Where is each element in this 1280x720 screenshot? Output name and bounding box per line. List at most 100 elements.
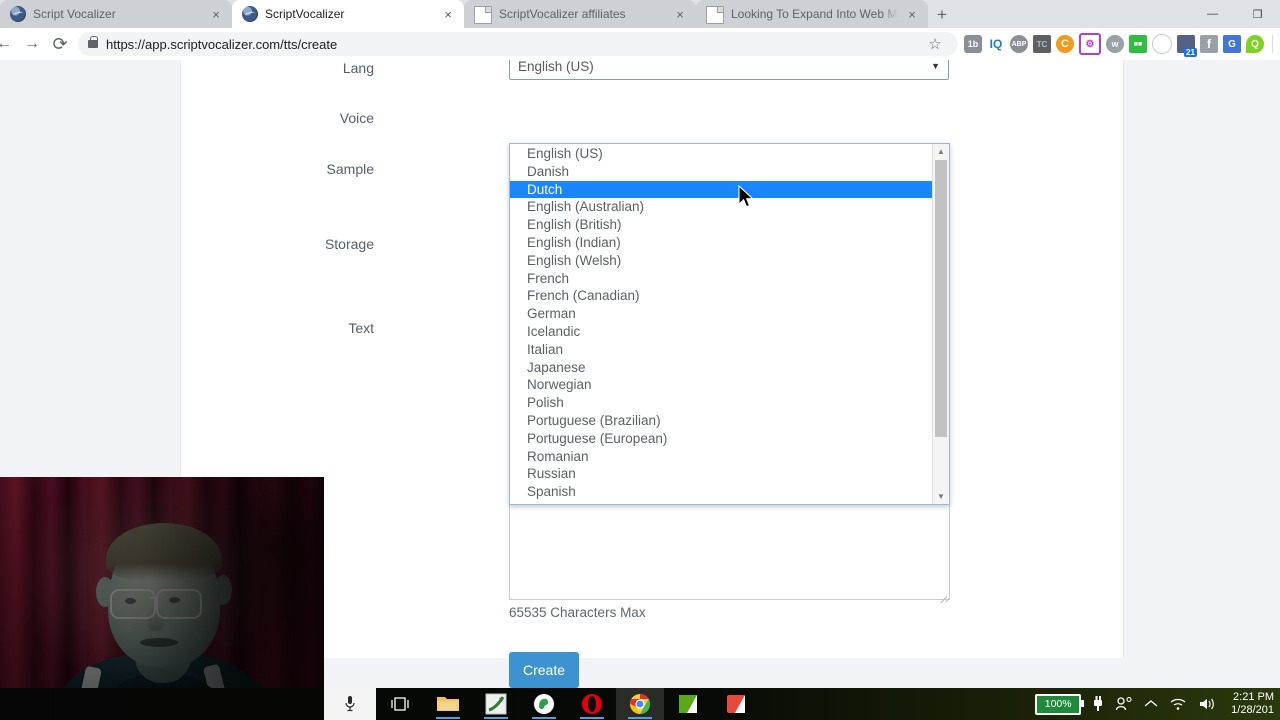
browser-tab-3[interactable]: ScriptVocalizer affiliates × [464, 0, 696, 28]
reload-icon[interactable]: ⟳ [46, 30, 74, 58]
address-bar[interactable]: https://app.scriptvocalizer.com/tts/crea… [78, 32, 958, 56]
characters-max-hint: 65535 Characters Max [509, 605, 646, 620]
create-button[interactable]: Create [509, 652, 579, 688]
lang-option[interactable]: Portuguese (European) [510, 430, 932, 448]
lang-option[interactable]: English (US) [510, 145, 932, 163]
people-icon[interactable] [1115, 696, 1133, 712]
tab-close-button[interactable]: × [440, 6, 456, 22]
lang-option[interactable]: Norwegian [510, 376, 932, 394]
mouse-cursor [738, 185, 754, 208]
document-favicon [474, 5, 492, 24]
browser-tab-strip: Script Vocalizer × ScriptVocalizer × Scr… [0, 0, 1280, 28]
lang-option[interactable]: English (Australian) [510, 198, 932, 216]
microphone-icon[interactable] [324, 688, 376, 720]
adblock-plus-extension-icon[interactable]: ABP [1010, 35, 1028, 53]
scroll-down-arrow-icon[interactable]: ▼ [933, 489, 949, 504]
task-view-icon[interactable] [376, 688, 424, 720]
form-row-lang: Lang [245, 60, 390, 78]
address-bar-url: https://app.scriptvocalizer.com/tts/crea… [106, 36, 338, 52]
form-row-sample: Sample [245, 159, 390, 179]
maximize-window-button[interactable]: ❐ [1235, 0, 1280, 28]
extensions-area: 1b IQ ABP TC C ⚙ w ■■ 21 f G Q [964, 33, 1280, 57]
lang-option[interactable]: French [510, 270, 932, 288]
circle-extension-icon[interactable] [1152, 34, 1172, 54]
resize-grip-icon[interactable] [937, 588, 947, 598]
new-tab-button[interactable]: + [928, 0, 956, 28]
document-favicon [706, 5, 724, 24]
clock-time: 2:21 PM [1233, 691, 1274, 703]
battery-indicator[interactable]: 100% [1035, 693, 1085, 715]
tc-extension-icon[interactable]: TC [1033, 35, 1051, 53]
paintnet-glyph [534, 694, 554, 714]
iq-extension-icon[interactable]: IQ [987, 35, 1005, 53]
scroll-up-arrow-icon[interactable]: ▲ [933, 144, 949, 159]
w-extension-icon[interactable]: w [1106, 35, 1124, 53]
volume-icon[interactable] [1198, 697, 1216, 711]
facebook-extension-icon[interactable]: f [1200, 35, 1218, 53]
webcam-overlay [0, 477, 324, 720]
opera-taskbar-icon[interactable] [568, 688, 616, 720]
camtasia-red-taskbar-icon[interactable] [712, 688, 760, 720]
power-plug-icon[interactable] [1092, 696, 1104, 712]
honey-extension-icon[interactable]: C [1056, 35, 1074, 53]
browser-tab-1[interactable]: Script Vocalizer × [0, 0, 232, 28]
tab-close-button[interactable]: × [208, 6, 224, 22]
camtasia-green-taskbar-icon[interactable] [664, 688, 712, 720]
badge-extension-icon[interactable]: 21 [1177, 35, 1197, 57]
clock[interactable]: 2:21 PM 1/28/201 [1227, 691, 1274, 717]
lang-option[interactable]: French (Canadian) [510, 287, 932, 305]
wifi-icon[interactable] [1169, 697, 1187, 711]
form-row-voice: Voice [245, 108, 390, 128]
browser-tab-2[interactable]: ScriptVocalizer × [232, 0, 464, 28]
lang-option-selected[interactable]: Dutch [510, 180, 932, 199]
dropdown-scrollbar[interactable]: ▲ ▼ [932, 144, 949, 504]
lang-option[interactable]: Japanese [510, 359, 932, 377]
screen: Script Vocalizer × ScriptVocalizer × Scr… [0, 0, 1280, 720]
lang-option[interactable]: Danish [510, 163, 932, 181]
camtasia-taskbar-icon[interactable] [472, 688, 520, 720]
task-view-glyph [391, 697, 409, 711]
lang-label: Lang [342, 60, 374, 76]
paint-net-taskbar-icon[interactable] [520, 688, 568, 720]
show-hidden-icons-chevron[interactable] [1144, 699, 1158, 709]
scrollbar-thumb[interactable] [935, 160, 947, 437]
extension-badge-count: 21 [1184, 48, 1197, 57]
tab-close-button[interactable]: × [672, 6, 688, 22]
file-explorer-taskbar-icon[interactable] [424, 688, 472, 720]
lock-icon [88, 36, 98, 48]
camtasia-green-glyph [679, 695, 697, 713]
lang-select-dropdown[interactable]: English (US) Danish Dutch English (Austr… [509, 143, 950, 505]
lang-option[interactable]: Romanian [510, 448, 932, 466]
lang-option[interactable]: Italian [510, 341, 932, 359]
lang-select-value: English (US) [518, 60, 594, 74]
forward-icon[interactable]: → [18, 30, 46, 58]
onebox-extension-icon[interactable]: 1b [964, 35, 982, 53]
lang-option[interactable]: English (Welsh) [510, 252, 932, 270]
form-row-storage: Storage [245, 234, 390, 254]
google-translate-extension-icon[interactable]: G [1223, 35, 1241, 53]
back-icon[interactable]: ← [0, 30, 18, 58]
chrome-taskbar-icon[interactable] [616, 688, 664, 720]
toolbar-divider [1272, 35, 1273, 53]
lang-option[interactable]: German [510, 305, 932, 323]
tab-close-button[interactable]: × [904, 6, 920, 22]
lang-option[interactable]: English (British) [510, 216, 932, 234]
q-extension-icon[interactable]: Q [1246, 35, 1264, 53]
lang-option[interactable]: Portuguese (Brazilian) [510, 412, 932, 430]
gear-purple-extension-icon[interactable]: ⚙ [1079, 33, 1101, 55]
browser-tab-4[interactable]: Looking To Expand Into Web Ma × [696, 0, 928, 28]
minimize-window-button[interactable]: — [1190, 0, 1235, 28]
tab-title: ScriptVocalizer affiliates [499, 7, 626, 21]
taskbar-items [376, 688, 760, 720]
text-textarea[interactable] [509, 500, 950, 600]
lang-option[interactable]: English (Indian) [510, 234, 932, 252]
lang-option[interactable]: Polish [510, 394, 932, 412]
robot-extension-icon[interactable]: ■■ [1129, 35, 1147, 53]
microphone-glyph [345, 696, 355, 712]
lang-option[interactable]: Spanish [510, 483, 932, 501]
lang-option[interactable]: Icelandic [510, 323, 932, 341]
bookmark-star-icon[interactable]: ☆ [922, 31, 948, 57]
battery-percent: 100% [1044, 698, 1072, 710]
lang-select[interactable]: English (US) ▼ [509, 60, 949, 80]
lang-option[interactable]: Russian [510, 465, 932, 483]
